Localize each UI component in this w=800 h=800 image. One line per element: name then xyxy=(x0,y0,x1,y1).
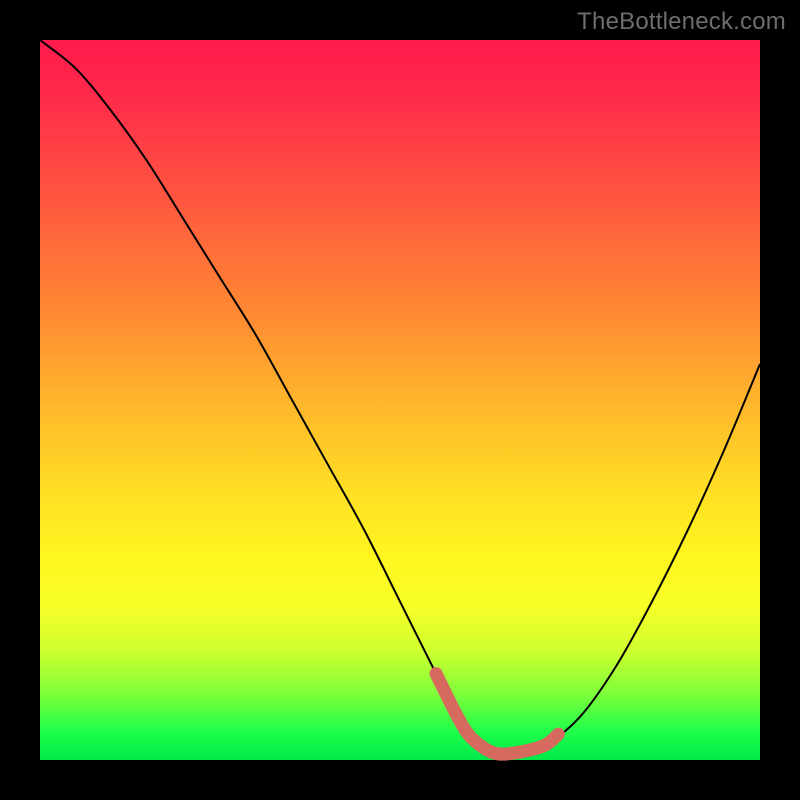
curve-svg xyxy=(40,40,760,760)
chart-canvas: TheBottleneck.com xyxy=(0,0,800,800)
plot-area xyxy=(40,40,760,760)
valley-highlight xyxy=(436,674,558,755)
watermark-text: TheBottleneck.com xyxy=(577,8,786,36)
bottleneck-curve xyxy=(40,40,760,754)
